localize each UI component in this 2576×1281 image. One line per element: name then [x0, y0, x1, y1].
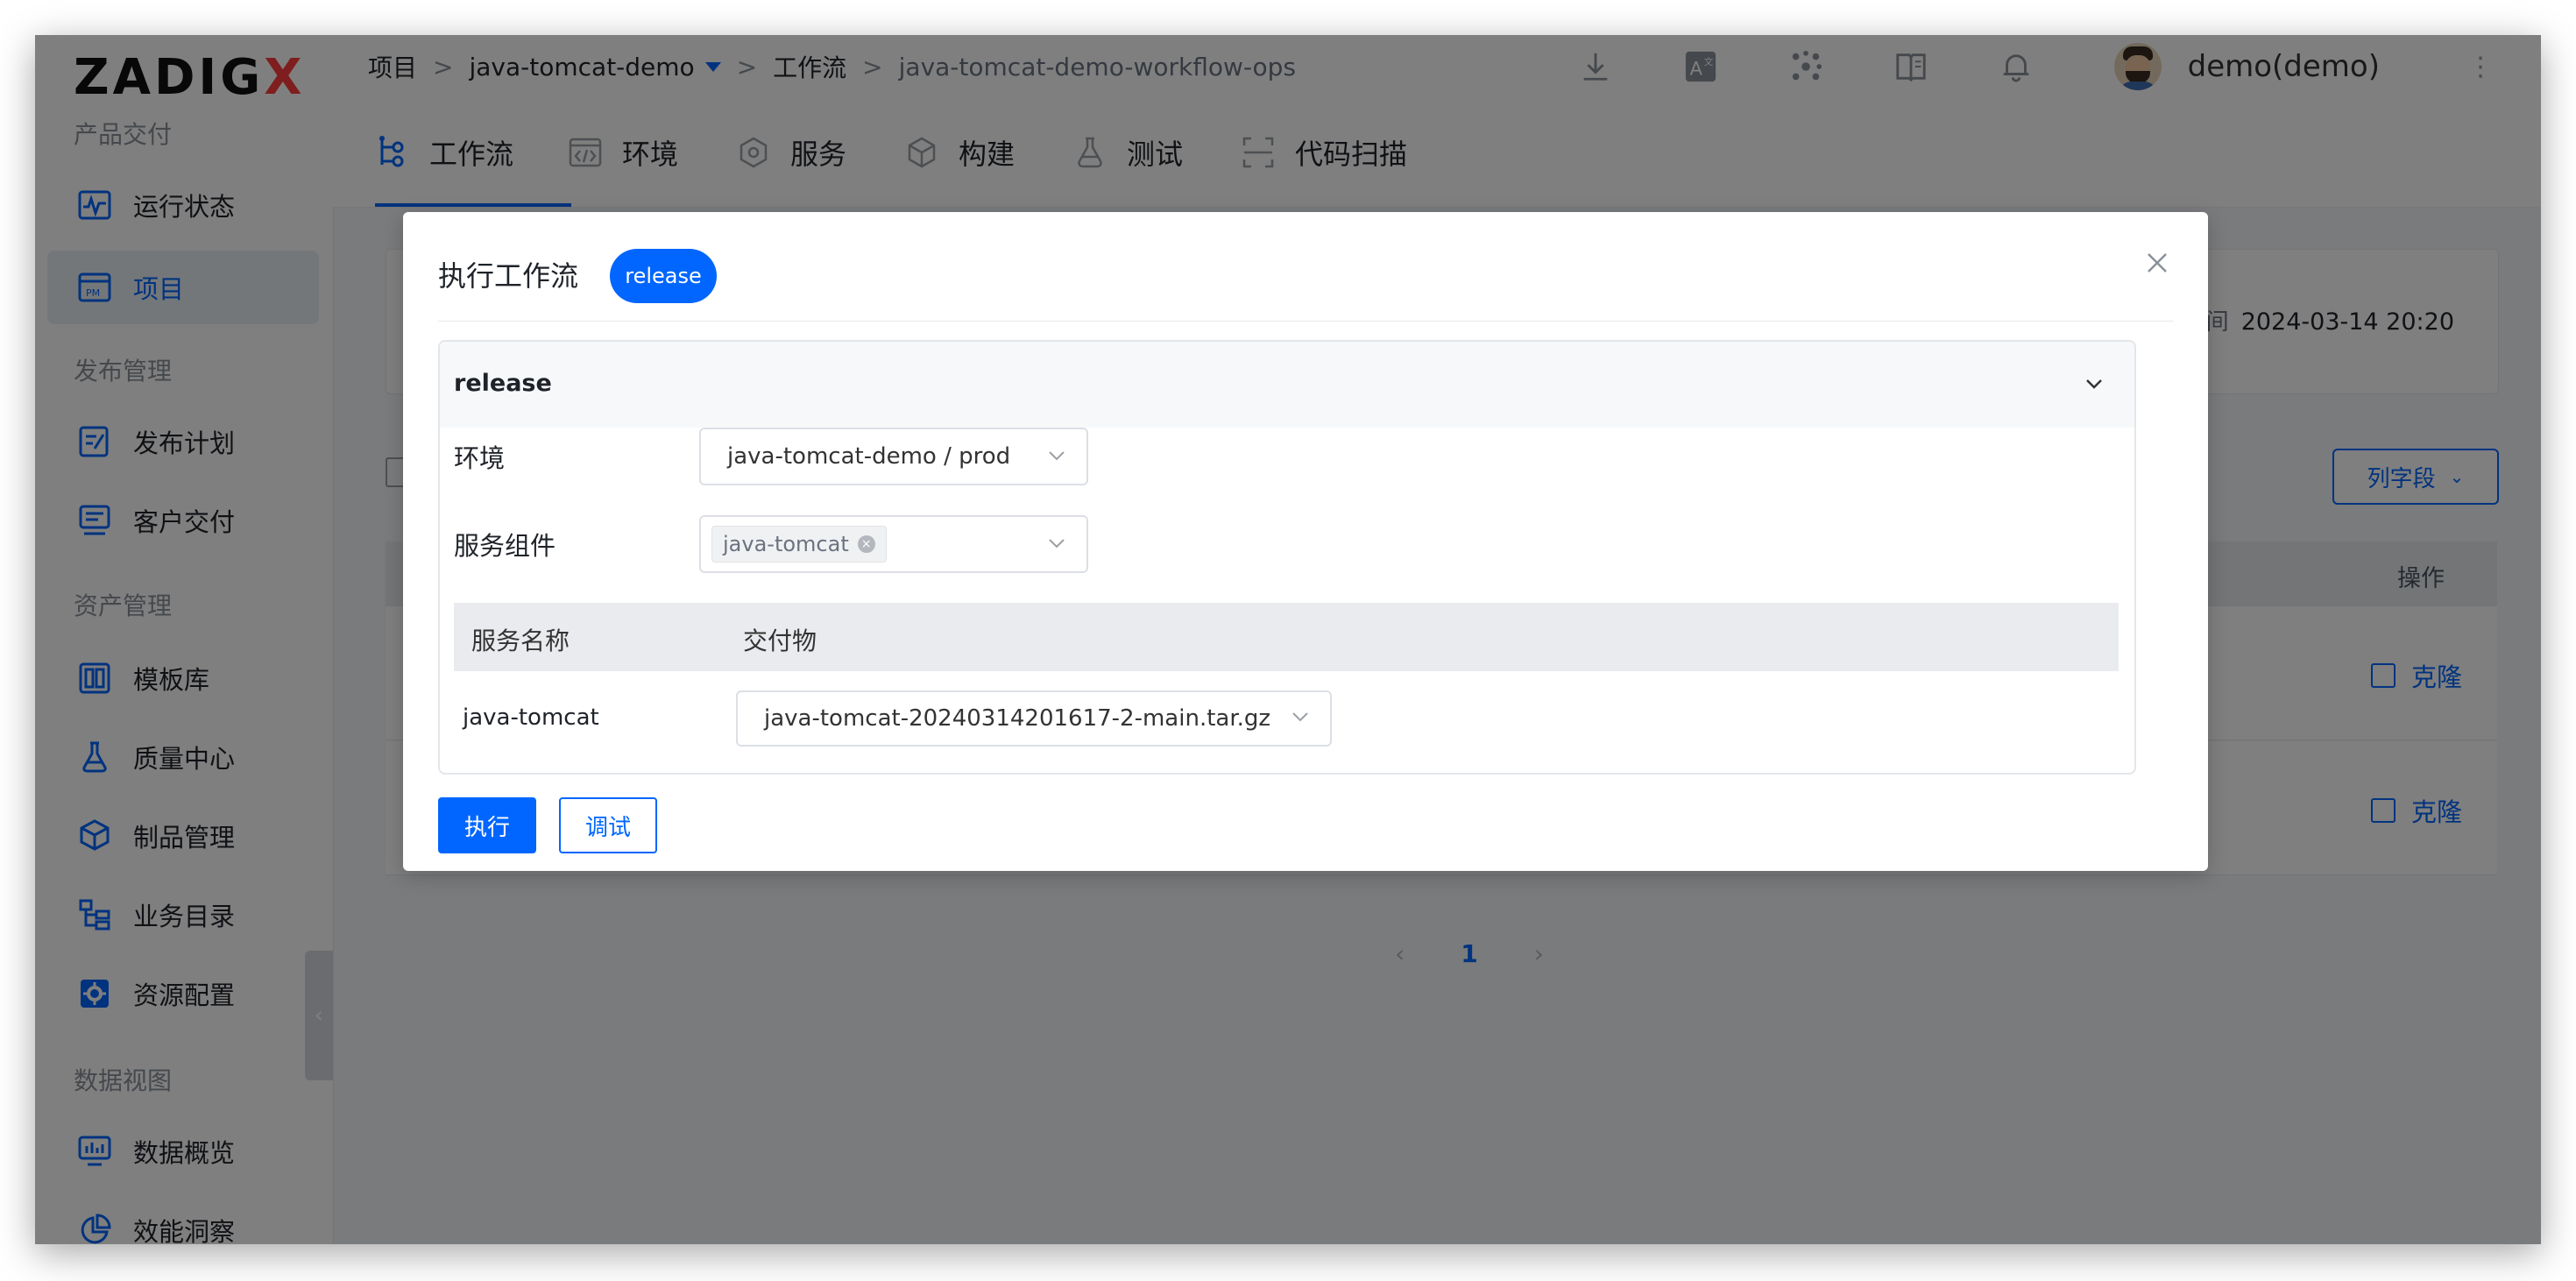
run-workflow-dialog: 执行工作流 release release 环境 java-tomcat-dem… [403, 212, 2208, 871]
service-component-select[interactable]: java-tomcat × [699, 515, 1088, 573]
app-window: ZADIGX 产品交付 运行状态 PM 项目 发布管理 发布计划 客户交付 资产… [35, 35, 2541, 1244]
artifact-select[interactable]: java-tomcat-20240314201617-2-main.tar.gz [736, 690, 1332, 747]
close-icon[interactable] [2141, 247, 2173, 279]
environment-value: java-tomcat-demo / prod [727, 443, 1011, 470]
service-tag: java-tomcat × [711, 526, 887, 563]
column-header-service-name: 服务名称 [471, 626, 570, 655]
environment-select[interactable]: java-tomcat-demo / prod [699, 428, 1088, 485]
chevron-down-icon [1049, 451, 1065, 461]
chevron-down-icon [1049, 539, 1065, 548]
run-button[interactable]: 执行 [438, 797, 536, 853]
tag-remove-icon[interactable]: × [857, 535, 875, 553]
panel-title: release [454, 370, 552, 397]
divider [438, 321, 2173, 322]
services-table-header: 服务名称 交付物 [454, 603, 2119, 671]
service-name-cell: java-tomcat [463, 704, 599, 731]
column-header-deliverable: 交付物 [743, 626, 817, 655]
environment-label: 环境 [454, 443, 506, 473]
artifact-value: java-tomcat-20240314201617-2-main.tar.gz [764, 705, 1271, 732]
dialog-title: 执行工作流 [438, 259, 579, 293]
workflow-stage-panel: release 环境 java-tomcat-demo / prod 服务组件 … [438, 340, 2136, 775]
panel-header[interactable]: release [440, 342, 2134, 428]
service-component-label: 服务组件 [454, 531, 556, 561]
debug-button[interactable]: 调试 [559, 797, 657, 853]
workflow-name-badge: release [610, 249, 717, 303]
chevron-down-icon[interactable] [2082, 372, 2106, 396]
chevron-down-icon [1292, 712, 1308, 722]
